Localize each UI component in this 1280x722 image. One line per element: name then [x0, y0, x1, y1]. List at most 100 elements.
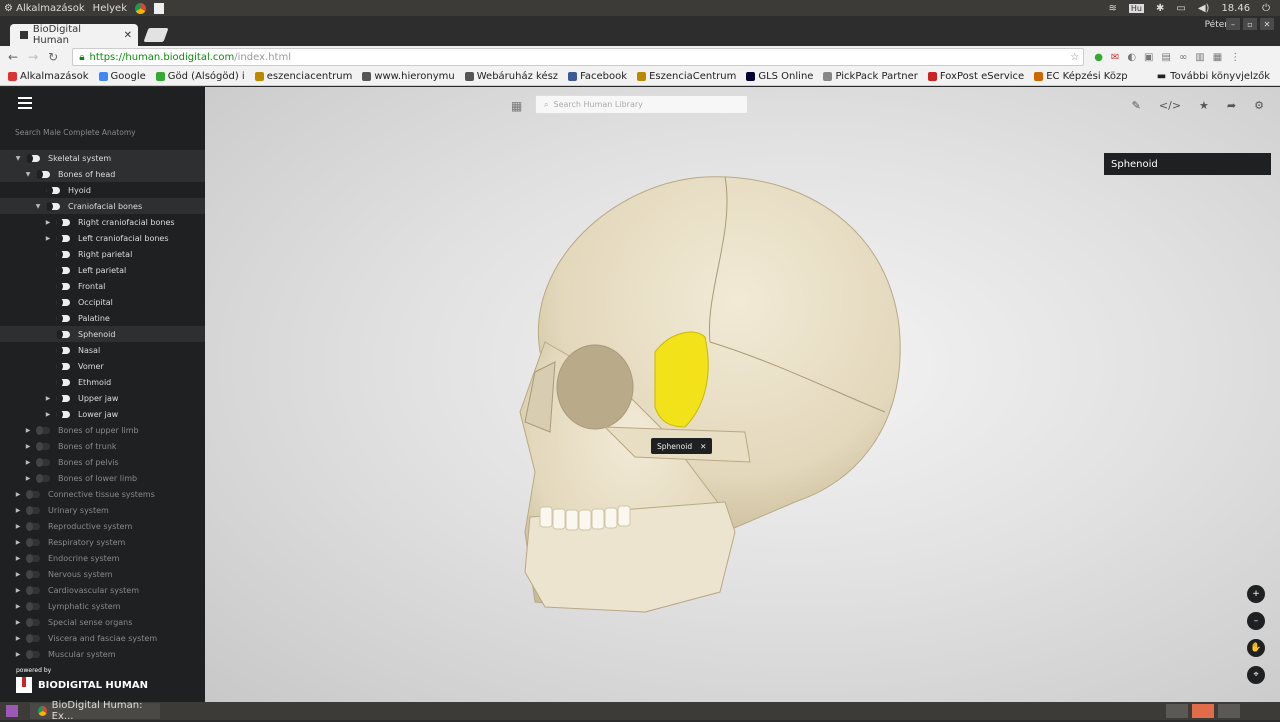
tree-item[interactable]: Left parietal: [0, 262, 205, 278]
visibility-toggle[interactable]: [56, 217, 70, 227]
visibility-toggle[interactable]: [56, 297, 70, 307]
expand-icon[interactable]: ▶: [44, 235, 52, 242]
menu-icon[interactable]: ⋮: [1230, 52, 1240, 63]
tree-item[interactable]: Right parietal: [0, 246, 205, 262]
visibility-toggle[interactable]: [26, 585, 40, 595]
share-icon[interactable]: ➦: [1227, 99, 1236, 112]
embed-code-icon[interactable]: </>: [1159, 99, 1181, 112]
skull-model[interactable]: [495, 172, 935, 622]
anatomy-search-input[interactable]: Search Male Complete Anatomy: [15, 128, 136, 137]
tree-item[interactable]: ▶ Urinary system: [0, 502, 205, 518]
visibility-toggle[interactable]: [26, 489, 40, 499]
visibility-toggle[interactable]: [36, 169, 50, 179]
tree-item[interactable]: ▶ Lymphatic system: [0, 598, 205, 614]
gmail-icon[interactable]: ✉: [1111, 52, 1119, 63]
apps-grid-icon[interactable]: ▦: [511, 99, 522, 113]
visibility-toggle[interactable]: [26, 521, 40, 531]
bookmark-item[interactable]: EC Képzési Közp: [1034, 71, 1128, 82]
tree-item[interactable]: Nasal: [0, 342, 205, 358]
extension-icon[interactable]: ◐: [1127, 52, 1136, 63]
visibility-toggle[interactable]: [26, 537, 40, 547]
close-tab-icon[interactable]: ✕: [124, 30, 132, 41]
visibility-toggle[interactable]: [36, 425, 50, 435]
visibility-toggle[interactable]: [26, 601, 40, 611]
collapse-icon[interactable]: ▼: [24, 171, 32, 178]
tree-item[interactable]: Occipital: [0, 294, 205, 310]
center-view-icon[interactable]: ⌖: [1247, 666, 1265, 684]
expand-icon[interactable]: ▶: [14, 491, 22, 498]
collapse-icon[interactable]: ▼: [14, 155, 22, 162]
bookmark-item[interactable]: Facebook: [568, 71, 627, 82]
forward-icon[interactable]: →: [28, 50, 38, 64]
visibility-toggle[interactable]: [56, 361, 70, 371]
visibility-toggle[interactable]: [26, 553, 40, 563]
more-bookmarks[interactable]: ▬ További könyvjelzők: [1157, 71, 1280, 82]
extension-icon[interactable]: ▤: [1162, 52, 1171, 63]
visibility-toggle[interactable]: [56, 233, 70, 243]
tree-item[interactable]: ▶ Nervous system: [0, 566, 205, 582]
tree-item[interactable]: Vomer: [0, 358, 205, 374]
visibility-toggle[interactable]: [56, 393, 70, 403]
profile-name[interactable]: Péter: [1205, 20, 1228, 30]
extension-icon[interactable]: ▥: [1195, 52, 1204, 63]
desktop-icon[interactable]: [6, 705, 18, 717]
close-annotation-icon[interactable]: ✕: [700, 442, 706, 451]
visibility-toggle[interactable]: [56, 313, 70, 323]
pan-hand-icon[interactable]: ✋: [1247, 639, 1265, 657]
expand-icon[interactable]: ▶: [24, 475, 32, 482]
pencil-icon[interactable]: ✎: [1132, 99, 1141, 112]
bookmark-item[interactable]: GLS Online: [746, 71, 813, 82]
zoom-in-icon[interactable]: +: [1247, 585, 1265, 603]
tree-item[interactable]: ▼ Craniofacial bones: [0, 198, 205, 214]
wifi-icon[interactable]: ≋: [1109, 3, 1117, 14]
visibility-toggle[interactable]: [56, 249, 70, 259]
expand-icon[interactable]: ▶: [14, 555, 22, 562]
taskbar-window-chrome[interactable]: BioDigital Human: Ex...: [30, 700, 160, 722]
tree-item[interactable]: ▶ Reproductive system: [0, 518, 205, 534]
power-icon[interactable]: ⏻: [1262, 3, 1270, 14]
tree-item[interactable]: ▶ Special sense organs: [0, 614, 205, 630]
tree-item[interactable]: ▼ Skeletal system: [0, 150, 205, 166]
visibility-toggle[interactable]: [36, 441, 50, 451]
visibility-toggle[interactable]: [46, 201, 60, 211]
bookmark-item[interactable]: eszenciacentrum: [254, 71, 352, 82]
gear-icon[interactable]: ⚙: [1254, 99, 1264, 112]
tree-item[interactable]: ▶ Bones of lower limb: [0, 470, 205, 486]
expand-icon[interactable]: ▶: [14, 619, 22, 626]
zoom-out-icon[interactable]: –: [1247, 612, 1265, 630]
maximize-icon[interactable]: ▫: [1243, 18, 1257, 30]
extension-icon[interactable]: ●: [1094, 52, 1103, 63]
star-icon[interactable]: ★: [1199, 99, 1209, 112]
bookmark-item[interactable]: PickPack Partner: [823, 71, 918, 82]
expand-icon[interactable]: ▶: [44, 219, 52, 226]
expand-icon[interactable]: ▶: [14, 539, 22, 546]
visibility-toggle[interactable]: [56, 345, 70, 355]
tree-item[interactable]: ▶ Viscera and fasciae system: [0, 630, 205, 646]
tree-item[interactable]: ▶ Muscular system: [0, 646, 205, 662]
tree-item[interactable]: ▶ Bones of trunk: [0, 438, 205, 454]
bookmark-star-icon[interactable]: ☆: [1070, 52, 1079, 63]
visibility-toggle[interactable]: [26, 649, 40, 659]
workspace-3[interactable]: [1218, 704, 1240, 718]
places-menu[interactable]: Helyek: [93, 3, 127, 14]
model-annotation-tag[interactable]: Sphenoid ✕: [651, 438, 713, 454]
tree-item[interactable]: ▶ Cardiovascular system: [0, 582, 205, 598]
expand-icon[interactable]: ▶: [24, 443, 32, 450]
bluetooth-icon[interactable]: ✱: [1156, 3, 1164, 14]
new-tab-button[interactable]: [143, 28, 169, 42]
expand-icon[interactable]: ▶: [14, 651, 22, 658]
extension-icon[interactable]: ∞: [1179, 52, 1187, 63]
tree-item[interactable]: ▶ Endocrine system: [0, 550, 205, 566]
address-bar[interactable]: 🔒︎ https://human.biodigital.com/index.ht…: [72, 48, 1085, 66]
nasal-cavity[interactable]: [524, 361, 556, 433]
extension-icon[interactable]: ▣: [1144, 52, 1153, 63]
tree-item[interactable]: ▶ Respiratory system: [0, 534, 205, 550]
chrome-launcher-icon[interactable]: [134, 2, 146, 14]
tree-item[interactable]: ▶ Bones of upper limb: [0, 422, 205, 438]
visibility-toggle[interactable]: [26, 153, 40, 163]
expand-icon[interactable]: ▶: [14, 603, 22, 610]
visibility-toggle[interactable]: [36, 473, 50, 483]
tree-item[interactable]: Hyoid: [0, 182, 205, 198]
editor-launcher-icon[interactable]: [153, 2, 164, 14]
menu-icon[interactable]: [18, 97, 32, 112]
